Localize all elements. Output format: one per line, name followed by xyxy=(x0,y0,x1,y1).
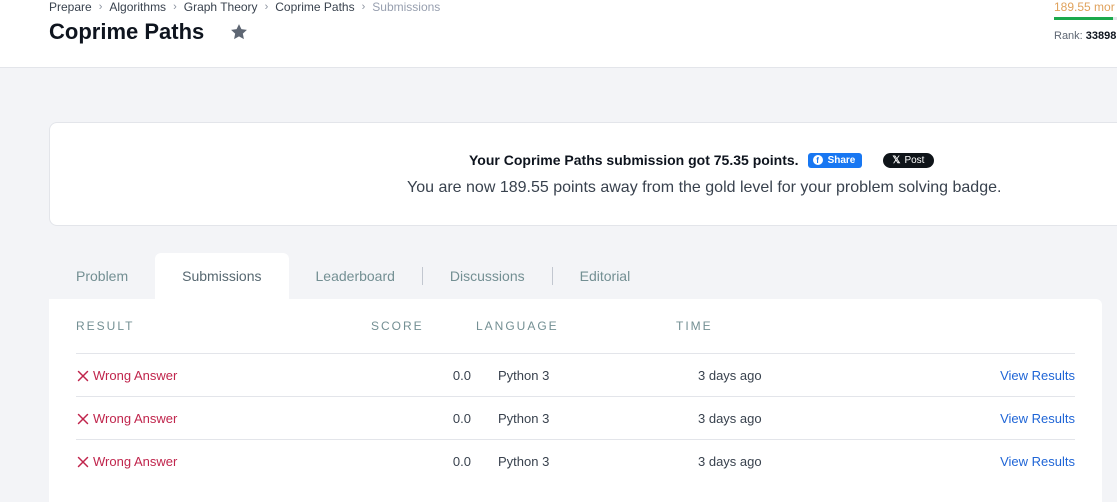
breadcrumb-algorithms[interactable]: Algorithms xyxy=(109,0,166,14)
chevron-right-icon: › xyxy=(264,1,269,13)
breadcrumb: Prepare › Algorithms › Graph Theory › Co… xyxy=(49,0,440,14)
language-cell: Python 3 xyxy=(498,454,550,469)
language-cell: Python 3 xyxy=(498,368,550,383)
tab-discussions[interactable]: Discussions xyxy=(423,253,552,299)
tab-problem[interactable]: Problem xyxy=(49,253,155,299)
tab-submissions[interactable]: Submissions xyxy=(155,253,289,299)
chevron-right-icon: › xyxy=(361,1,366,13)
facebook-share-button[interactable]: f Share xyxy=(807,152,863,168)
result-text: Wrong Answer xyxy=(93,411,178,426)
submission-score-headline: Your Coprime Paths submission got 75.35 … xyxy=(469,152,799,168)
breadcrumb-graph-theory[interactable]: Graph Theory xyxy=(184,0,258,14)
rank-value: 33898 xyxy=(1085,30,1117,42)
tab-label: Problem xyxy=(76,268,129,284)
tab-editorial[interactable]: Editorial xyxy=(553,253,658,299)
view-results-link[interactable]: View Results xyxy=(1000,440,1075,483)
tab-label: Submissions xyxy=(182,268,262,284)
close-icon xyxy=(77,456,89,467)
chevron-right-icon: › xyxy=(173,1,177,13)
page-header: Prepare › Algorithms › Graph Theory › Co… xyxy=(0,0,1117,68)
x-post-label: Post xyxy=(904,154,925,166)
time-cell: 3 days ago xyxy=(698,454,762,469)
score-cell: 0.0 xyxy=(452,411,471,426)
submissions-panel: RESULT SCORE LANGUAGE TIME Wrong Answer … xyxy=(49,299,1102,502)
result-text: Wrong Answer xyxy=(93,368,178,383)
badge-progress-fill xyxy=(1054,17,1113,20)
table-row: Wrong Answer 0.0 Python 3 3 days ago Vie… xyxy=(76,396,1075,440)
view-results-link[interactable]: View Results xyxy=(1000,354,1075,397)
score-cell: 0.0 xyxy=(452,368,471,383)
x-post-button[interactable]: 𝕏 Post xyxy=(883,152,935,168)
star-icon[interactable] xyxy=(229,22,249,42)
facebook-icon: f xyxy=(812,155,823,165)
result-cell: Wrong Answer xyxy=(76,354,177,397)
page-title: Coprime Paths xyxy=(49,19,205,44)
points-to-next-level: 189.55 mor xyxy=(1054,0,1115,14)
tab-label: Editorial xyxy=(579,268,631,284)
column-header-result: RESULT xyxy=(76,319,135,333)
breadcrumb-prepare[interactable]: Prepare xyxy=(49,0,92,14)
x-logo-icon: 𝕏 xyxy=(892,154,901,166)
view-results-link[interactable]: View Results xyxy=(1000,397,1075,440)
table-row: Wrong Answer 0.0 Python 3 3 days ago Vie… xyxy=(76,353,1075,397)
banner-headline-row: Your Coprime Paths submission got 75.35 … xyxy=(469,151,935,169)
rank-label: Rank: xyxy=(1054,30,1083,42)
result-text: Wrong Answer xyxy=(93,454,178,469)
challenge-tabs: Problem Submissions Leaderboard Discussi… xyxy=(49,253,657,299)
facebook-share-label: Share xyxy=(827,154,856,166)
badge-progress-bar xyxy=(1054,17,1117,20)
badge-progress-message: You are now 189.55 points away from the … xyxy=(407,179,1002,196)
close-icon xyxy=(77,370,89,381)
time-cell: 3 days ago xyxy=(698,411,762,426)
result-cell: Wrong Answer xyxy=(76,397,177,440)
tab-leaderboard[interactable]: Leaderboard xyxy=(289,253,422,299)
time-cell: 3 days ago xyxy=(698,368,762,383)
result-cell: Wrong Answer xyxy=(76,440,177,483)
score-cell: 0.0 xyxy=(452,454,471,469)
breadcrumb-submissions: Submissions xyxy=(372,0,441,14)
table-row: Wrong Answer 0.0 Python 3 3 days ago Vie… xyxy=(76,439,1075,483)
tab-label: Leaderboard xyxy=(315,268,395,284)
chevron-right-icon: › xyxy=(98,1,103,13)
submission-result-banner: Your Coprime Paths submission got 75.35 … xyxy=(49,122,1117,226)
column-header-score: SCORE xyxy=(371,319,424,333)
rank-display: Rank: 33898 xyxy=(1054,30,1116,42)
column-header-language: LANGUAGE xyxy=(476,319,559,333)
language-cell: Python 3 xyxy=(498,411,550,426)
tab-label: Discussions xyxy=(449,268,525,284)
breadcrumb-coprime-paths[interactable]: Coprime Paths xyxy=(275,0,354,14)
close-icon xyxy=(77,413,89,424)
column-header-time: TIME xyxy=(676,319,713,333)
